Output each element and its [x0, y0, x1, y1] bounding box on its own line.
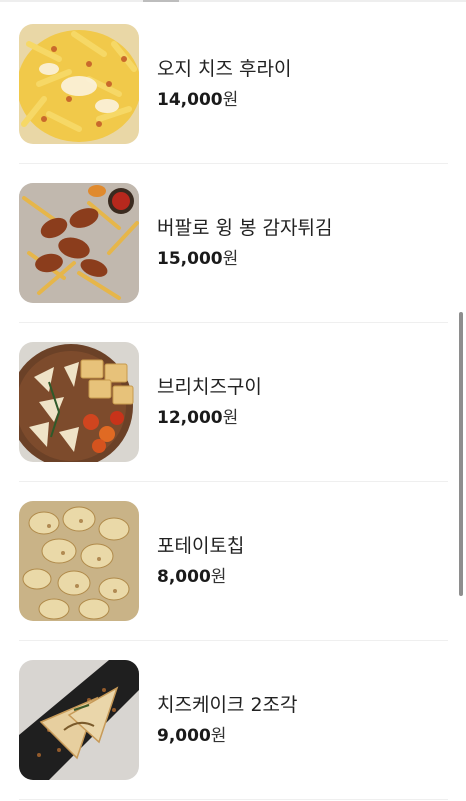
- price-value: 12,000: [157, 408, 223, 428]
- price-value: 15,000: [157, 249, 223, 269]
- price-unit: 원: [222, 408, 239, 428]
- price-value: 9,000: [157, 726, 211, 746]
- menu-item-photo: [19, 342, 139, 462]
- menu-item-name: 버팔로 윙 봉 감자튀김: [157, 217, 333, 239]
- menu-item-name: 치즈케이크 2조각: [157, 694, 298, 716]
- menu-item-price: 8,000원: [157, 566, 226, 588]
- menu-item-price: 14,000원: [157, 89, 238, 111]
- menu-item[interactable]: 버팔로 윙 봉 감자튀김 15,000원: [0, 164, 466, 323]
- menu-item[interactable]: 치즈케이크 2조각 9,000원: [0, 641, 466, 800]
- menu-item[interactable]: 포테이토칩 8,000원: [0, 482, 466, 641]
- menu-item-photo: [19, 660, 139, 780]
- price-value: 8,000: [157, 567, 211, 587]
- menu-item-price: 12,000원: [157, 407, 238, 429]
- menu-item-name: 오지 치즈 후라이: [157, 58, 292, 80]
- top-edge: [0, 0, 466, 2]
- menu-item-photo: [19, 24, 139, 144]
- price-unit: 원: [222, 249, 239, 269]
- menu-item-name: 브리치즈구이: [157, 376, 262, 398]
- menu-item[interactable]: 브리치즈구이 12,000원: [0, 323, 466, 482]
- top-tab-indicator: [143, 0, 179, 2]
- menu-item-photo: [19, 183, 139, 303]
- price-unit: 원: [222, 90, 239, 110]
- price-value: 14,000: [157, 90, 223, 110]
- price-unit: 원: [210, 726, 227, 746]
- menu-item-price: 15,000원: [157, 248, 238, 270]
- menu-item[interactable]: 오지 치즈 후라이 14,000원: [0, 5, 466, 164]
- divider: [19, 799, 448, 800]
- menu-item-photo: [19, 501, 139, 621]
- menu-item-price: 9,000원: [157, 725, 226, 747]
- scrollbar[interactable]: [459, 312, 463, 596]
- menu-item-name: 포테이토칩: [157, 535, 245, 557]
- price-unit: 원: [210, 567, 227, 587]
